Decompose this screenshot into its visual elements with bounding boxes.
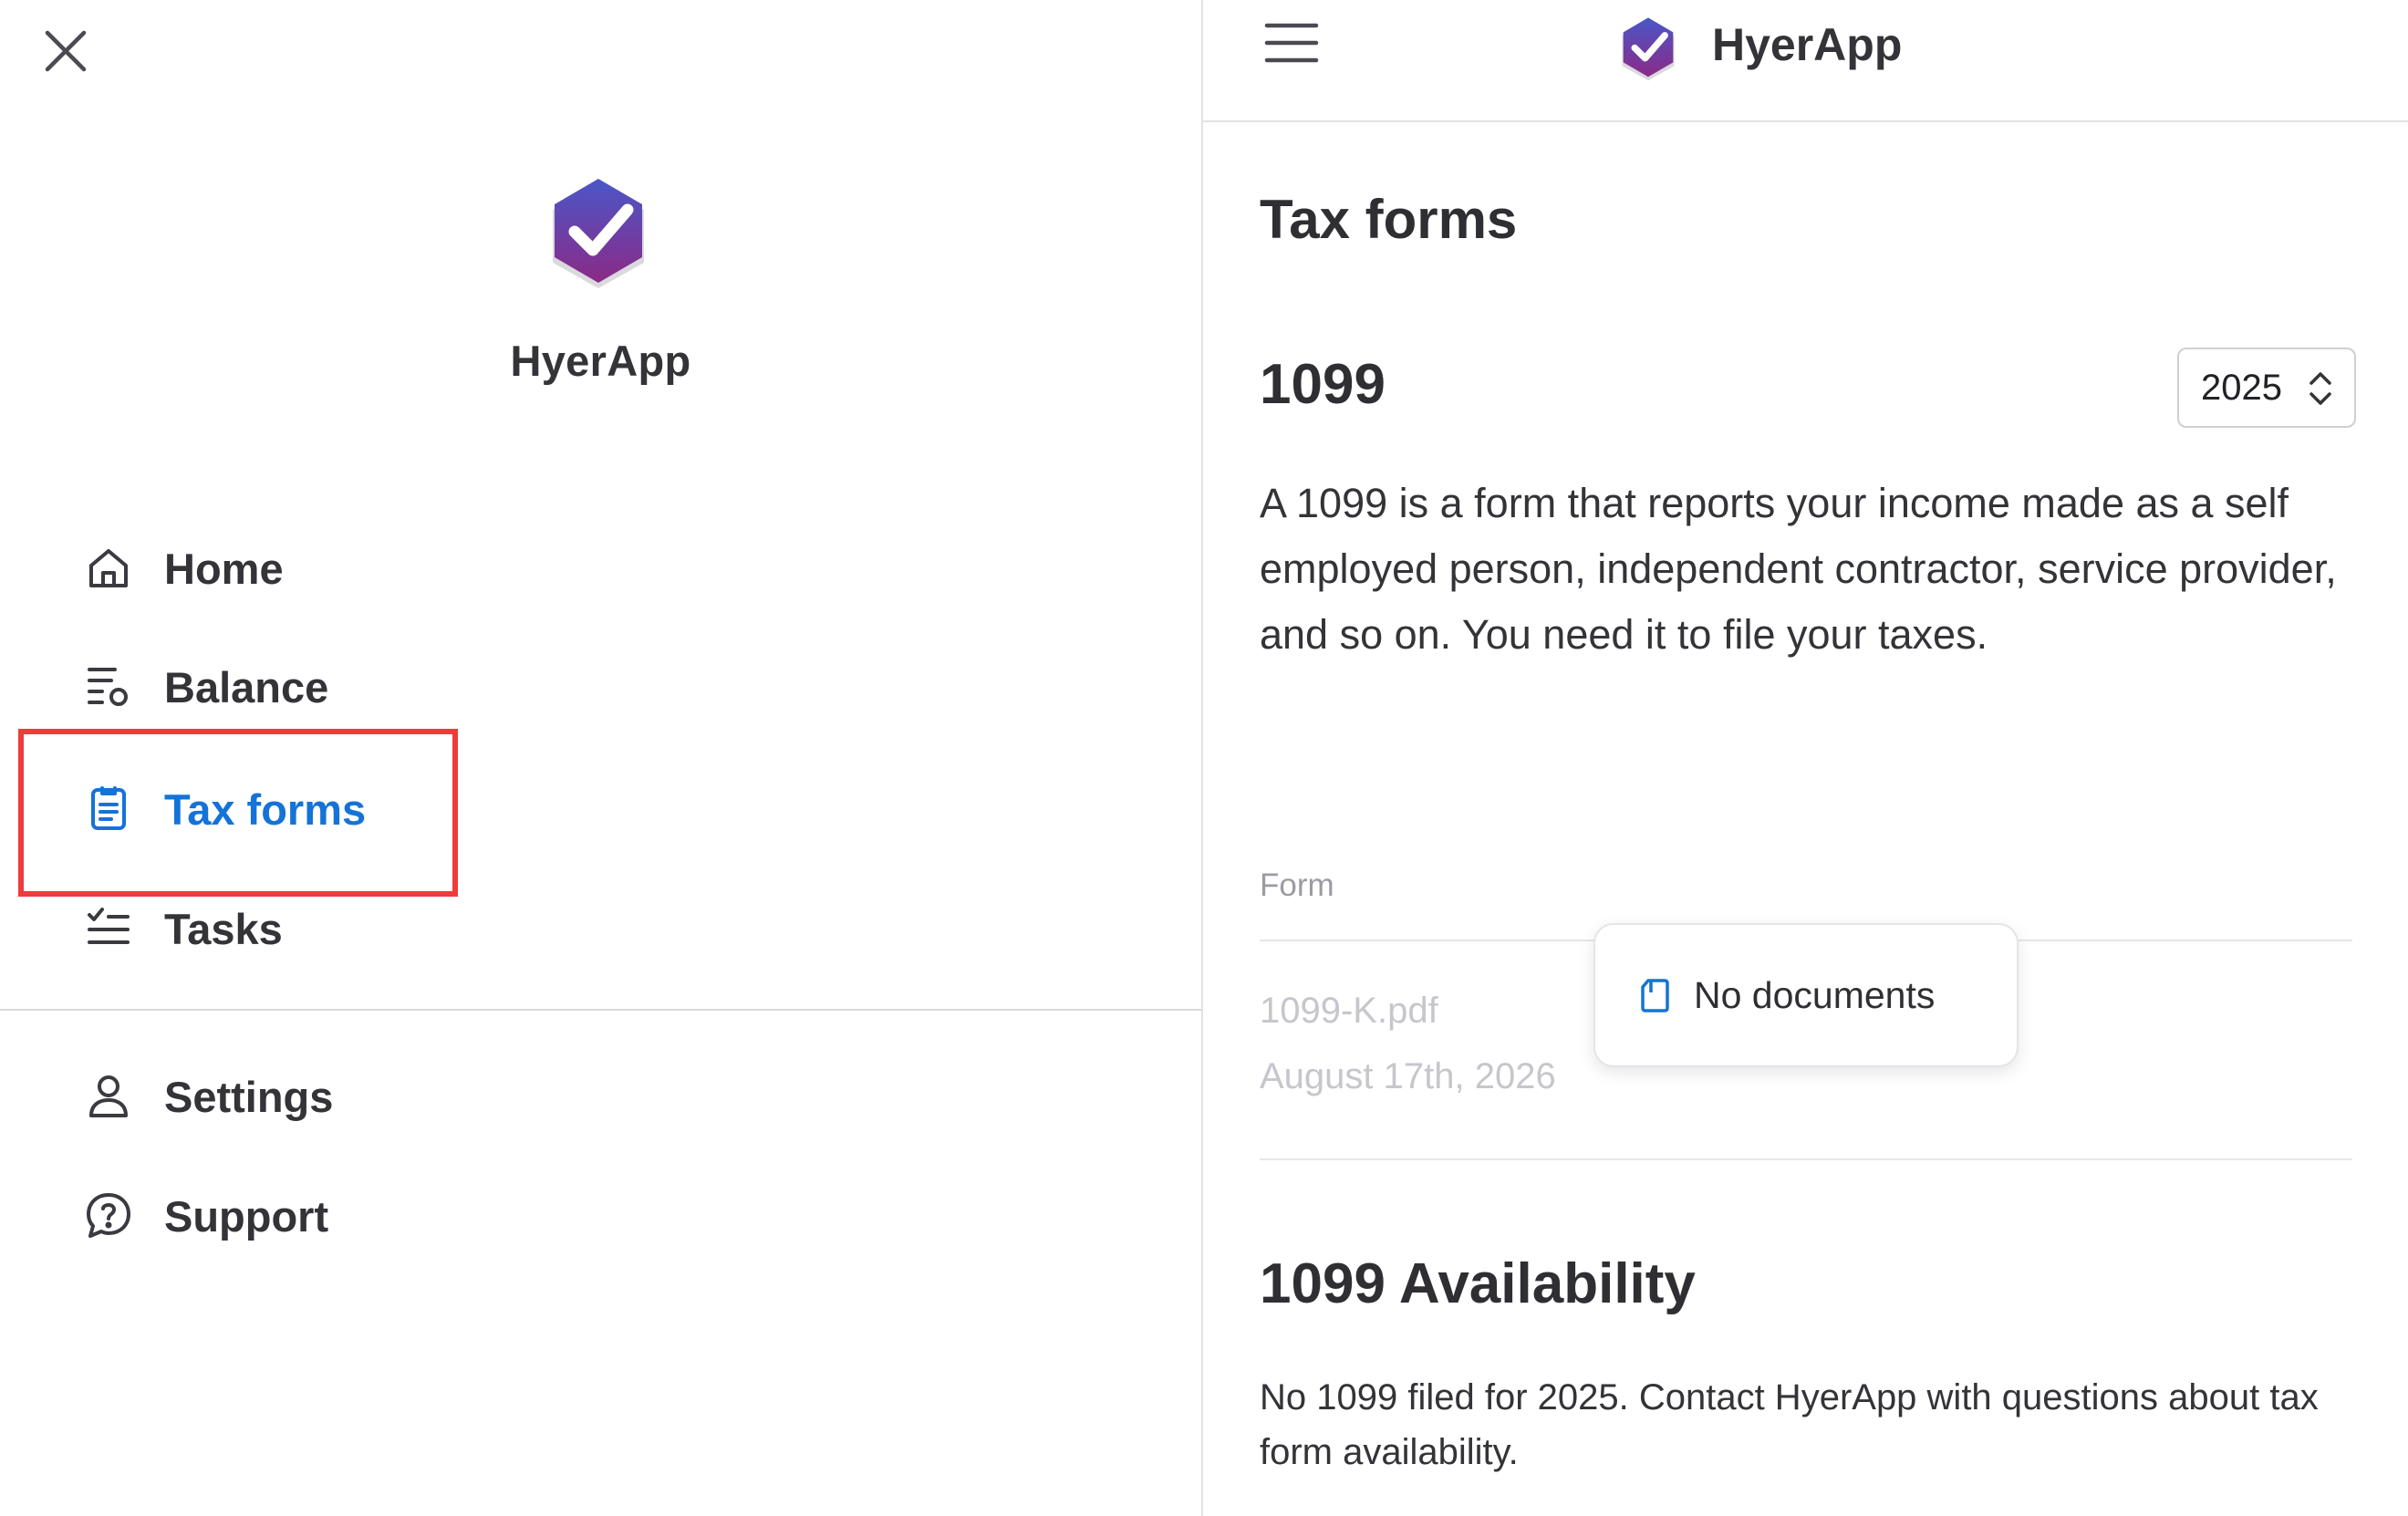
availability-text: No 1099 filed for 2025. Contact HyerApp … (1260, 1377, 2319, 1472)
section-title: 1099 (1260, 353, 1386, 416)
user-icon (77, 1064, 140, 1128)
home-icon (77, 536, 140, 600)
sidebar-item-home[interactable]: Home (77, 527, 284, 609)
balance-icon (77, 655, 140, 719)
sidebar-item-label: Balance (164, 662, 329, 711)
hyerapp-logo (553, 179, 644, 288)
sidebar-item-label: Settings (164, 1072, 334, 1121)
chevron-up-down-icon (2309, 372, 2331, 405)
table-column-header: Form (1260, 867, 1334, 903)
sidebar-item-label: Tasks (164, 904, 283, 953)
toast-text: No documents (1694, 973, 1936, 1016)
sidebar-item-balance[interactable]: Balance (77, 646, 328, 728)
sidebar-item-support[interactable]: Support (77, 1175, 328, 1257)
hyerapp-logo (1622, 17, 1675, 81)
sidebar-item-label: Support (164, 1191, 329, 1241)
menu-button[interactable] (1258, 13, 1325, 73)
table-divider (1260, 1158, 2352, 1160)
top-bar: HyerApp (1203, 0, 2408, 122)
year-select[interactable]: 2025 (2177, 348, 2356, 428)
year-select-value: 2025 (2201, 367, 2282, 408)
sidebar-item-label: Home (164, 544, 284, 593)
main-panel: HyerApp Tax forms 1099 2025 A 1099 is a … (1203, 0, 2408, 1516)
close-icon (45, 30, 87, 72)
menu-icon (1264, 23, 1319, 63)
close-button[interactable] (33, 18, 99, 84)
document-icon (1641, 979, 1669, 1012)
header-brand-name: HyerApp (1712, 19, 1903, 70)
table-row-file-name[interactable]: 1099-K.pdf (1260, 991, 1438, 1032)
sidebar-divider (0, 1009, 1201, 1011)
sidebar-panel: HyerApp Home Balance Tax forms Tasks Set… (0, 0, 1201, 1516)
tasks-icon (77, 897, 140, 960)
sidebar-item-settings[interactable]: Settings (77, 1055, 333, 1137)
availability-title: 1099 Availability (1260, 1252, 1696, 1315)
no-documents-toast: No documents (1593, 923, 2019, 1067)
selection-highlight (18, 729, 458, 897)
form-description: A 1099 is a form that reports your incom… (1260, 480, 2337, 658)
help-chat-icon (77, 1184, 140, 1248)
table-row-date: August 17th, 2026 (1260, 1056, 1556, 1096)
sidebar-brand-name: HyerApp (510, 337, 691, 385)
sidebar-item-tasks[interactable]: Tasks (77, 888, 283, 970)
page-title: Tax forms (1260, 189, 1518, 250)
